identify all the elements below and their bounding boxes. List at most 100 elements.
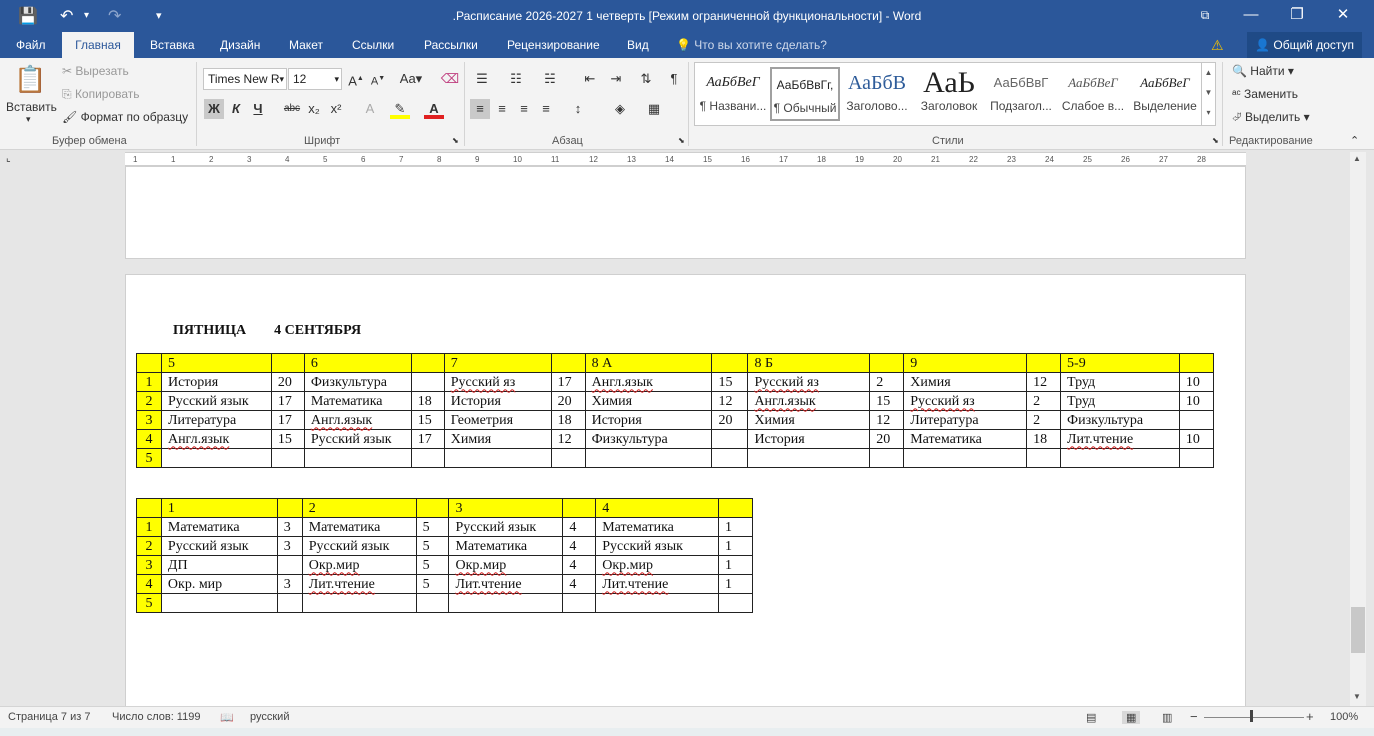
- header-cell[interactable]: [276, 498, 303, 518]
- table-cell[interactable]: [443, 448, 552, 468]
- justify-icon[interactable]: ≡: [536, 99, 556, 119]
- format-painter-button[interactable]: 🖌 Формат по образцу: [62, 110, 188, 124]
- table-cell[interactable]: Англ.язык: [584, 372, 713, 392]
- scrollbar-thumb[interactable]: [1351, 607, 1365, 653]
- copy-button[interactable]: ⎘ Копировать: [62, 87, 140, 102]
- table-cell[interactable]: Русский язык: [303, 429, 412, 449]
- table-cell[interactable]: Труд: [1060, 391, 1180, 411]
- tab-view[interactable]: Вид: [619, 32, 657, 58]
- word-count[interactable]: Число слов: 1199: [112, 711, 200, 723]
- header-cell[interactable]: 4: [595, 498, 720, 518]
- page-heading[interactable]: ПЯТНИЦА 4 СЕНТЯБРЯ: [173, 323, 361, 339]
- header-cell[interactable]: [415, 498, 450, 518]
- table-cell[interactable]: [747, 448, 871, 468]
- table-cell[interactable]: 4: [562, 574, 597, 594]
- find-button[interactable]: 🔍 Найти ▾: [1232, 64, 1294, 78]
- table-cell[interactable]: [160, 593, 278, 613]
- font-color-icon[interactable]: A: [424, 99, 444, 119]
- table-cell[interactable]: Русский яз: [443, 372, 552, 392]
- table-cell[interactable]: Химия: [443, 429, 552, 449]
- table-cell[interactable]: Русский язык: [448, 517, 564, 537]
- table-cell[interactable]: 3: [276, 574, 303, 594]
- minimize-button[interactable]: —: [1228, 4, 1274, 28]
- cut-button[interactable]: ✂ Вырезать: [62, 64, 129, 78]
- header-cell[interactable]: [410, 353, 445, 373]
- table-cell[interactable]: Литература: [160, 410, 272, 430]
- table-cell[interactable]: 1: [718, 574, 753, 594]
- table-cell[interactable]: Математика: [903, 429, 1028, 449]
- table-cell[interactable]: Физкультура: [303, 372, 412, 392]
- zoom-in-button[interactable]: +: [1306, 709, 1314, 724]
- underline-button[interactable]: Ч: [248, 99, 268, 119]
- lesson-number-cell[interactable]: 4: [136, 574, 162, 594]
- style-heading[interactable]: АаЬ Заголовок: [914, 67, 984, 121]
- superscript-button[interactable]: x²: [326, 99, 346, 119]
- header-cell[interactable]: [550, 353, 586, 373]
- table-cell[interactable]: 15: [869, 391, 905, 411]
- table-cell[interactable]: Лит.чтение: [448, 574, 564, 594]
- line-spacing-icon[interactable]: ↕: [568, 99, 588, 119]
- table-cell[interactable]: Химия: [903, 372, 1028, 392]
- table-cell[interactable]: 15: [711, 372, 749, 392]
- paste-dropdown-icon[interactable]: ▾: [26, 114, 31, 125]
- text-effects-icon[interactable]: A: [360, 99, 380, 119]
- header-cell[interactable]: [1178, 353, 1215, 373]
- table-cell[interactable]: Математика: [303, 391, 412, 411]
- table-cell[interactable]: История: [584, 410, 713, 430]
- shading-icon[interactable]: ◈: [610, 99, 630, 119]
- table-cell[interactable]: 3: [276, 536, 303, 556]
- table-cell[interactable]: Русский язык: [301, 536, 417, 556]
- tab-review[interactable]: Рецензирование: [499, 32, 608, 58]
- dialog-launcher-icon[interactable]: ⬊: [678, 136, 685, 145]
- tab-insert[interactable]: Вставка: [142, 32, 203, 58]
- tab-layout[interactable]: Макет: [281, 32, 331, 58]
- table-cell[interactable]: 20: [550, 391, 586, 411]
- table-cell[interactable]: Химия: [584, 391, 713, 411]
- table-cell[interactable]: 12: [869, 410, 905, 430]
- table-cell[interactable]: 10: [1178, 429, 1215, 449]
- table-cell[interactable]: Геометрия: [443, 410, 552, 430]
- borders-icon[interactable]: ▦: [644, 99, 664, 119]
- table-cell[interactable]: Англ.язык: [303, 410, 412, 430]
- table-cell[interactable]: Русский яз: [747, 372, 871, 392]
- table-cell[interactable]: История: [160, 372, 272, 392]
- restore-button[interactable]: ❐: [1274, 4, 1320, 28]
- table-cell[interactable]: 17: [270, 410, 305, 430]
- table-cell[interactable]: 4: [562, 555, 597, 575]
- tab-file[interactable]: Файл: [8, 32, 54, 58]
- header-cell[interactable]: 7: [443, 353, 552, 373]
- header-cell[interactable]: [869, 353, 905, 373]
- replace-button[interactable]: ᵃᶜ Заменить: [1232, 87, 1298, 101]
- tab-mailings[interactable]: Рассылки: [416, 32, 486, 58]
- strikethrough-button[interactable]: abc: [282, 99, 302, 119]
- table-cell[interactable]: Математика: [448, 536, 564, 556]
- style-heading1[interactable]: АаБбВ Заголово...: [842, 67, 912, 121]
- table-cell[interactable]: 1: [718, 536, 753, 556]
- tab-home[interactable]: Главная: [62, 32, 134, 58]
- align-left-icon[interactable]: ≡: [470, 99, 490, 119]
- header-cell[interactable]: [136, 353, 162, 373]
- lesson-number-cell[interactable]: 2: [136, 536, 162, 556]
- page-counter[interactable]: Страница 7 из 7: [8, 711, 90, 723]
- table-cell[interactable]: 3: [276, 517, 303, 537]
- table-cell[interactable]: Труд: [1060, 372, 1180, 392]
- language-indicator[interactable]: русский: [250, 711, 289, 723]
- proofing-icon[interactable]: 📖: [220, 711, 234, 724]
- tab-selector-icon[interactable]: ⌞: [6, 153, 11, 164]
- table-cell[interactable]: Физкультура: [1060, 410, 1180, 430]
- style-title[interactable]: АаБбВеГ ¶ Названи...: [698, 67, 768, 121]
- table-cell[interactable]: [718, 593, 753, 613]
- table-cell[interactable]: 12: [550, 429, 586, 449]
- header-cell[interactable]: 8 А: [584, 353, 713, 373]
- table-cell[interactable]: 5: [415, 555, 450, 575]
- table-cell[interactable]: 10: [1178, 372, 1215, 392]
- grow-font-icon[interactable]: A▲: [346, 69, 366, 89]
- lesson-number-cell[interactable]: 1: [136, 372, 162, 392]
- table-cell[interactable]: Русский язык: [160, 391, 272, 411]
- table-cell[interactable]: 2: [869, 372, 905, 392]
- header-cell[interactable]: 6: [303, 353, 412, 373]
- font-size-combo[interactable]: 12 ▾: [288, 68, 342, 90]
- table-cell[interactable]: 18: [1026, 429, 1062, 449]
- zoom-slider-thumb[interactable]: [1250, 710, 1253, 722]
- table-cell[interactable]: [1060, 448, 1180, 468]
